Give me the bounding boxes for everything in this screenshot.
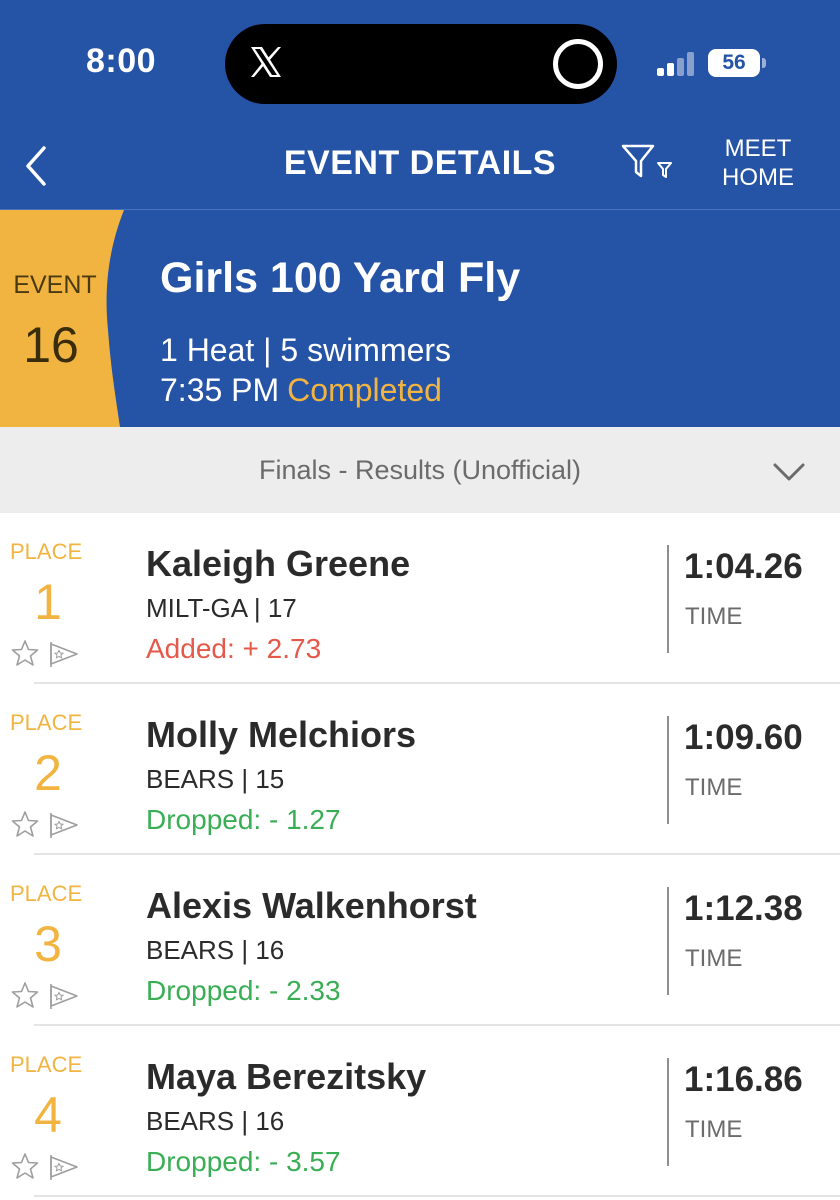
event-time: 7:35 PM: [160, 372, 280, 408]
time-divider: [667, 545, 669, 653]
cellular-signal-icon: [657, 52, 697, 76]
place-label: PLACE: [10, 1052, 83, 1077]
filter-icon[interactable]: [620, 142, 676, 182]
pennant-flag-icon[interactable]: [48, 982, 80, 1010]
place-number: 3: [34, 916, 62, 972]
event-badge-label: EVENT: [13, 271, 97, 299]
time-divider: [667, 716, 669, 824]
swimmer-name: Molly Melchiors: [146, 714, 417, 755]
battery-nub: [762, 58, 766, 68]
swim-time: 1:12.38: [684, 889, 803, 928]
time-label: TIME: [685, 774, 743, 801]
swimmer-team-age: BEARS | 15: [146, 764, 285, 794]
place-number: 2: [34, 745, 62, 801]
place-label: PLACE: [10, 710, 83, 735]
time-label: TIME: [685, 1116, 743, 1143]
swim-time: 1:16.86: [684, 1060, 803, 1099]
event-number: 16: [23, 317, 79, 373]
time-change: Dropped: - 2.33: [146, 975, 341, 1006]
time-label: TIME: [685, 945, 743, 972]
swimmer-name: Kaleigh Greene: [146, 543, 411, 584]
swimmer-name: Alexis Walkenhorst: [146, 885, 477, 926]
battery-icon: 56: [708, 49, 760, 77]
star-icon[interactable]: [11, 981, 39, 1009]
place-number: 4: [34, 1087, 62, 1143]
place-label: PLACE: [10, 881, 83, 906]
swimmer-name: Maya Berezitsky: [146, 1056, 427, 1097]
star-icon[interactable]: [11, 1152, 39, 1180]
chevron-down-icon[interactable]: [772, 461, 806, 483]
time-divider: [667, 887, 669, 995]
time-change: Dropped: - 3.57: [146, 1146, 341, 1177]
pennant-flag-icon[interactable]: [48, 1153, 80, 1181]
results-list: PLACE 1 Kaleigh Greene MILT-GA | 17 Adde…: [0, 513, 840, 1197]
time-divider: [667, 1058, 669, 1166]
star-icon[interactable]: [11, 639, 39, 667]
event-title: Girls 100 Yard Fly: [160, 254, 521, 302]
chevron-left-icon[interactable]: [20, 142, 54, 190]
result-row[interactable]: PLACE 3 Alexis Walkenhorst BEARS | 16 Dr…: [0, 855, 840, 1026]
event-banner: EVENT 16 Girls 100 Yard Fly 1 Heat | 5 s…: [0, 210, 840, 427]
result-row[interactable]: PLACE 1 Kaleigh Greene MILT-GA | 17 Adde…: [0, 513, 840, 684]
time-label: TIME: [685, 603, 743, 630]
status-bar: 8:00 56: [0, 0, 840, 120]
results-selector-label: Finals - Results (Unofficial): [258, 455, 582, 485]
place-number: 1: [34, 574, 62, 630]
time-change: Dropped: - 1.27: [146, 804, 341, 835]
swimmer-team-age: BEARS | 16: [146, 1106, 285, 1136]
result-row[interactable]: PLACE 4 Maya Berezitsky BEARS | 16 Dropp…: [0, 1026, 840, 1197]
event-meta: 1 Heat | 5 swimmers: [160, 332, 452, 368]
results-selector[interactable]: Finals - Results (Unofficial): [0, 427, 840, 513]
row-divider: [34, 1195, 840, 1197]
meet-home-button[interactable]: MEET HOME: [712, 134, 804, 194]
swimmer-team-age: BEARS | 16: [146, 935, 285, 965]
pennant-flag-icon[interactable]: [48, 811, 80, 839]
event-status: Completed: [287, 372, 442, 408]
swim-time: 1:04.26: [684, 547, 803, 586]
time-change: Added: + 2.73: [146, 633, 322, 664]
event-time-row: 7:35 PM Completed: [160, 372, 442, 409]
result-row[interactable]: PLACE 2 Molly Melchiors BEARS | 15 Dropp…: [0, 684, 840, 855]
pennant-flag-icon[interactable]: [48, 640, 80, 668]
star-icon[interactable]: [11, 810, 39, 838]
nav-header: EVENT DETAILS MEET HOME: [0, 120, 840, 210]
x-logo-icon: [251, 47, 281, 77]
place-label: PLACE: [10, 539, 83, 564]
swim-time: 1:09.60: [684, 718, 803, 757]
status-time: 8:00: [86, 42, 157, 80]
recording-ring-icon: [553, 39, 603, 89]
swimmer-team-age: MILT-GA | 17: [146, 593, 297, 623]
